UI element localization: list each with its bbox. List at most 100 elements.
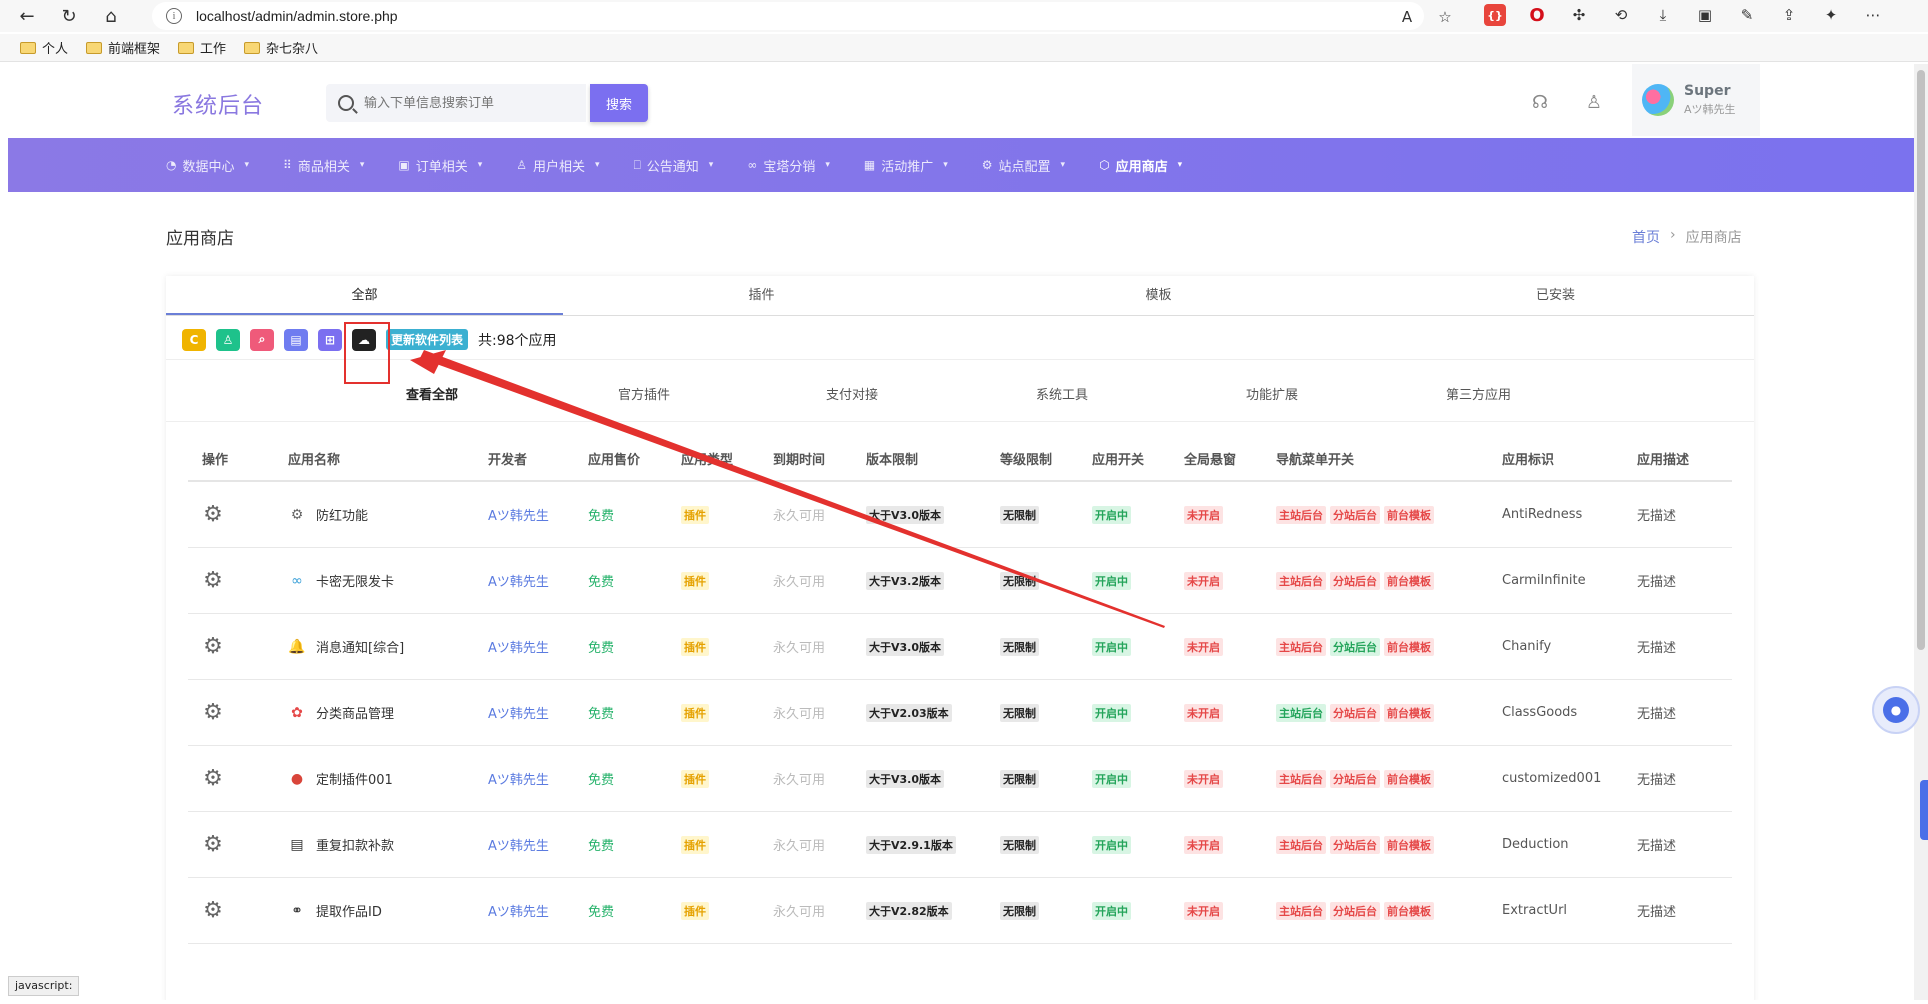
user-profile[interactable]: Super Aツ韩先生 (1632, 64, 1760, 136)
global-float-badge[interactable]: 未开启 (1184, 769, 1223, 788)
developer-link[interactable]: Aツ韩先生 (488, 835, 588, 854)
menu-switch-badge[interactable]: 分站后台 (1330, 835, 1380, 854)
app-switch-badge[interactable]: 开启中 (1092, 703, 1131, 722)
menu-switch-badge[interactable]: 主站后台 (1276, 769, 1326, 788)
developer-link[interactable]: Aツ韩先生 (488, 901, 588, 920)
menu-switch-badge[interactable]: 分站后台 (1330, 703, 1380, 722)
tab-installed[interactable]: 已安装 (1357, 276, 1754, 315)
profile-icon[interactable]: ✦ (1820, 4, 1842, 26)
headset-icon[interactable]: ☊ (1528, 90, 1552, 114)
menu-switch-badge[interactable]: 前台模板 (1384, 703, 1434, 722)
edit-icon[interactable]: ✎ (1736, 4, 1758, 26)
history-icon[interactable]: ⟲ (1610, 4, 1632, 26)
address-bar[interactable]: i localhost/admin/admin.store.php (152, 2, 1424, 30)
menu-switch-badge[interactable]: 主站后台 (1276, 505, 1326, 524)
menu-switch-badge[interactable]: 分站后台 (1330, 505, 1380, 524)
search-button[interactable]: 搜索 (590, 84, 648, 122)
global-float-badge[interactable]: 未开启 (1184, 637, 1223, 656)
menu-switch-badge[interactable]: 前台模板 (1384, 769, 1434, 788)
menu-switch-badge[interactable]: 分站后台 (1330, 769, 1380, 788)
gear-icon[interactable]: ⚙ (202, 766, 224, 791)
developer-link[interactable]: Aツ韩先生 (488, 769, 588, 788)
menu-switch-badge[interactable]: 主站后台 (1276, 571, 1326, 590)
refresh-icon[interactable]: C (182, 328, 206, 351)
filter-official[interactable]: 官方插件 (618, 384, 670, 403)
floating-widget[interactable]: ● (1872, 686, 1920, 734)
nav-goods[interactable]: ⠿ 商品相关 ▾ (283, 156, 364, 175)
app-switch-badge[interactable]: 开启中 (1092, 769, 1131, 788)
developer-link[interactable]: Aツ韩先生 (488, 571, 588, 590)
gear-icon[interactable]: ⚙ (202, 700, 224, 725)
nav-orders[interactable]: ▣ 订单相关 ▾ (398, 156, 482, 175)
developer-link[interactable]: Aツ韩先生 (488, 703, 588, 722)
filter-extensions[interactable]: 功能扩展 (1246, 384, 1298, 403)
app-switch-badge[interactable]: 开启中 (1092, 571, 1131, 590)
menu-switch-badge[interactable]: 前台模板 (1384, 505, 1434, 524)
puzzle-icon[interactable]: ✣ (1568, 4, 1590, 26)
info-icon[interactable]: i (166, 8, 182, 24)
nav-app-store[interactable]: ⬡ 应用商店 ▾ (1099, 156, 1182, 175)
global-float-badge[interactable]: 未开启 (1184, 835, 1223, 854)
bookmark-folder[interactable]: 前端框架 (86, 38, 160, 57)
bookmark-folder[interactable]: 工作 (178, 38, 226, 57)
scrollbar-thumb[interactable] (1917, 70, 1925, 650)
reload-icon[interactable]: ↻ (54, 1, 84, 31)
app-switch-badge[interactable]: 开启中 (1092, 505, 1131, 524)
app-switch-badge[interactable]: 开启中 (1092, 835, 1131, 854)
search-icon[interactable]: ⌕ (250, 328, 274, 351)
menu-switch-badge[interactable]: 前台模板 (1384, 835, 1434, 854)
global-float-badge[interactable]: 未开启 (1184, 901, 1223, 920)
home-icon[interactable]: ⌂ (96, 1, 126, 31)
gear-icon[interactable]: ⚙ (202, 634, 224, 659)
update-list-button[interactable]: 更新软件列表 (386, 329, 469, 350)
more-icon[interactable]: ⋯ (1862, 4, 1884, 26)
read-aloud-icon[interactable]: A (1396, 6, 1418, 28)
user-icon[interactable]: ♙ (1582, 90, 1606, 114)
opera-icon[interactable]: O (1526, 4, 1548, 26)
tab-templates[interactable]: 模板 (960, 276, 1357, 315)
menu-switch-badge[interactable]: 主站后台 (1276, 901, 1326, 920)
menu-switch-badge[interactable]: 分站后台 (1330, 637, 1380, 656)
gear-icon[interactable]: ⚙ (202, 502, 224, 527)
menu-switch-badge[interactable]: 主站后台 (1276, 637, 1326, 656)
bookmark-folder[interactable]: 杂七杂八 (244, 38, 318, 57)
gear-icon[interactable]: ⚙ (202, 832, 224, 857)
filter-all[interactable]: 查看全部 (406, 384, 458, 403)
filter-tools[interactable]: 系统工具 (1036, 384, 1088, 403)
menu-switch-badge[interactable]: 分站后台 (1330, 901, 1380, 920)
menu-switch-badge[interactable]: 主站后台 (1276, 703, 1326, 722)
breadcrumb-home[interactable]: 首页 (1632, 227, 1660, 247)
favorite-star-icon[interactable]: ☆ (1434, 6, 1456, 28)
back-arrow-icon[interactable]: ← (12, 1, 42, 31)
bookmark-folder[interactable]: 个人 (20, 38, 68, 57)
nav-data-center[interactable]: ◔ 数据中心 ▾ (166, 156, 249, 175)
app-switch-badge[interactable]: 开启中 (1092, 901, 1131, 920)
gear-icon[interactable]: ⚙ (202, 898, 224, 923)
filter-payment[interactable]: 支付对接 (826, 384, 878, 403)
download-icon[interactable]: ⤓ (1652, 4, 1674, 26)
menu-switch-badge[interactable]: 前台模板 (1384, 901, 1434, 920)
nav-distribution[interactable]: ∞ 宝塔分销 ▾ (747, 156, 830, 175)
menu-switch-badge[interactable]: 分站后台 (1330, 571, 1380, 590)
search-input[interactable] (364, 95, 564, 111)
menu-switch-badge[interactable]: 前台模板 (1384, 637, 1434, 656)
developer-link[interactable]: Aツ韩先生 (488, 505, 588, 524)
filter-third-party[interactable]: 第三方应用 (1446, 384, 1511, 403)
gear-icon[interactable]: ⚙ (202, 568, 224, 593)
tab-plugins[interactable]: 插件 (563, 276, 960, 315)
share-icon[interactable]: ⇪ (1778, 4, 1800, 26)
page-scrollbar[interactable] (1914, 64, 1928, 1000)
menu-switch-badge[interactable]: 主站后台 (1276, 835, 1326, 854)
tab-all[interactable]: 全部 (166, 276, 563, 315)
extension-red-icon[interactable]: {} (1484, 4, 1506, 26)
side-tab[interactable] (1920, 780, 1928, 840)
apps-grid-icon[interactable]: ⊞ (318, 328, 342, 351)
brand-logo[interactable]: 系统后台 (172, 88, 264, 120)
developer-link[interactable]: Aツ韩先生 (488, 637, 588, 656)
nav-promotions[interactable]: ▦ 活动推广 ▾ (864, 156, 948, 175)
menu-switch-badge[interactable]: 前台模板 (1384, 571, 1434, 590)
global-float-badge[interactable]: 未开启 (1184, 703, 1223, 722)
screenshot-icon[interactable]: ▣ (1694, 4, 1716, 26)
app-switch-badge[interactable]: 开启中 (1092, 637, 1131, 656)
global-float-badge[interactable]: 未开启 (1184, 571, 1223, 590)
